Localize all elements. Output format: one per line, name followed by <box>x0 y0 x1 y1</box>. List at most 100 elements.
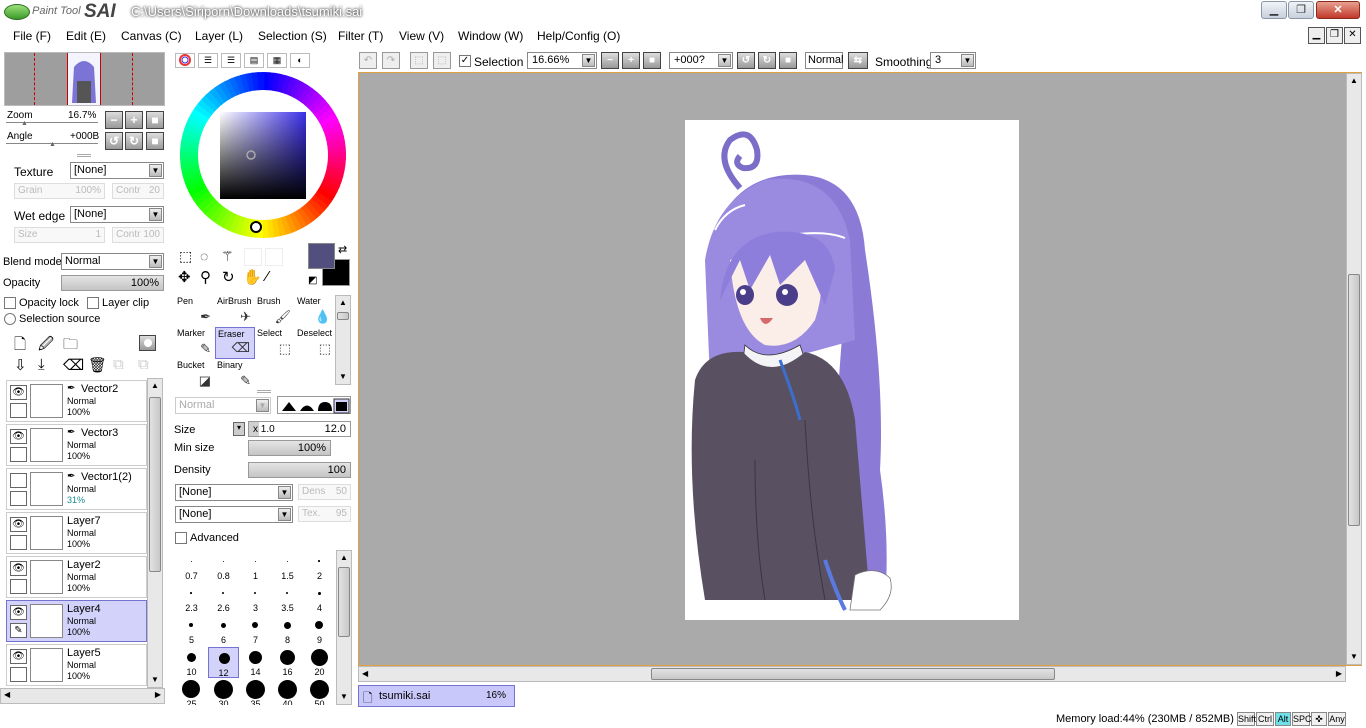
artwork-canvas[interactable] <box>685 120 1019 620</box>
opacity-slider[interactable]: 100% <box>61 275 164 291</box>
tool-scrollbar[interactable]: ▲ ▼ <box>335 295 351 385</box>
document-tab[interactable]: 🗋 tsumiki.sai 16% <box>358 685 515 707</box>
navigator-preview[interactable] <box>4 52 165 106</box>
zoom-reset-button[interactable]: ■ <box>146 111 164 129</box>
brush-size-option[interactable]: 40 <box>272 679 303 705</box>
mask-icon[interactable] <box>139 335 156 351</box>
menu-filter[interactable]: Filter (T) <box>338 29 383 43</box>
zoom-out-button[interactable]: − <box>105 111 123 129</box>
menu-file[interactable]: File (F) <box>13 29 51 43</box>
tool-water[interactable]: Water 💧 <box>295 295 335 327</box>
brush-size-option[interactable]: 0.7 <box>176 551 207 582</box>
doc-minimize-icon[interactable]: ▁ <box>1308 27 1325 44</box>
toolbar-zoom-reset-button[interactable]: ■ <box>643 52 661 69</box>
toolbar-zoom-in-button[interactable]: + <box>622 52 640 69</box>
visibility-eye-icon[interactable]: 👁 <box>10 605 27 620</box>
brush-size-option[interactable]: 7 <box>240 615 271 646</box>
doc-restore-icon[interactable]: ❐ <box>1326 27 1343 44</box>
layer-hscrollbar[interactable]: ◀ ▶ <box>0 688 165 704</box>
toolbar-rotate-reset-button[interactable]: ■ <box>779 52 797 69</box>
layer-lock-box[interactable] <box>10 579 27 594</box>
paste-layer-icon[interactable]: ⧉ <box>138 356 149 373</box>
brush-size-option[interactable]: 1 <box>240 551 271 582</box>
transparent-color-icon[interactable]: ◩ <box>308 275 317 286</box>
tool-pen[interactable]: Pen ✒ <box>175 295 215 327</box>
delete-layer-icon[interactable]: 🗑 <box>88 356 107 374</box>
brush-size-option[interactable]: 25 <box>176 679 207 705</box>
layer-row[interactable]: 👁 Layer2 Normal 100% <box>6 556 147 598</box>
blend-mode-select[interactable]: Normal ▼ <box>61 253 164 270</box>
lasso-icon[interactable]: ◌ <box>200 248 208 264</box>
deselect-button[interactable]: ⬚ <box>410 52 428 69</box>
tool-brush[interactable]: Brush 🖌 <box>255 295 295 327</box>
layer-lock-box[interactable] <box>10 667 27 682</box>
redo-button[interactable]: ↷ <box>382 52 400 69</box>
brush-size-option[interactable]: 0.8 <box>208 551 239 582</box>
tool-marker[interactable]: Marker ✎ <box>175 327 215 359</box>
brush-size-option[interactable]: 2.6 <box>208 583 239 614</box>
canvas-hscrollbar[interactable]: ◀ ▶ <box>358 666 1346 682</box>
visibility-eye-icon[interactable]: 👁 <box>10 517 27 532</box>
layer-scrollbar[interactable]: ▲ ▼ <box>147 378 163 688</box>
color-wheel[interactable] <box>180 72 346 238</box>
brush-size-option[interactable]: 4 <box>304 583 335 614</box>
brush-texture-select[interactable]: [None] ▼ <box>175 506 293 523</box>
visibility-eye-icon[interactable]: 👁 <box>10 385 27 400</box>
rotate-right-button[interactable]: ↻ <box>125 132 143 150</box>
smoothing-select[interactable]: 3 ▼ <box>930 52 976 69</box>
zoom-in-button[interactable]: + <box>125 111 143 129</box>
brush-shape-select[interactable]: [None] ▼ <box>175 484 293 501</box>
tool-select[interactable]: Select ⬚ <box>255 327 295 359</box>
primary-color-swatch[interactable] <box>308 243 335 269</box>
layer-lock-box[interactable] <box>10 447 27 462</box>
brush-size-option[interactable]: 3.5 <box>272 583 303 614</box>
brush-size-option[interactable]: 12 <box>208 647 239 678</box>
menu-layer[interactable]: Layer (L) <box>195 29 243 43</box>
layer-row[interactable]: 👁 Layer5 Normal 100% <box>6 644 147 686</box>
visibility-eye-icon[interactable]: 👁 <box>10 561 27 576</box>
edit-brush-icon[interactable]: ✎ <box>10 623 27 638</box>
wet-edge-select[interactable]: [None] ▼ <box>70 206 164 223</box>
texture-select[interactable]: [None] ▼ <box>70 162 164 179</box>
copy-layer-icon[interactable]: ⧉ <box>113 356 124 373</box>
brush-size-option[interactable]: 50 <box>304 679 335 705</box>
move-icon[interactable]: ✥ <box>178 268 191 286</box>
user-colors-tab-icon[interactable]: ◐ <box>290 53 310 68</box>
brush-size-option[interactable]: 8 <box>272 615 303 646</box>
tool-bucket[interactable]: Bucket ◪ <box>175 359 215 391</box>
brush-size-option[interactable]: 1.5 <box>272 551 303 582</box>
scratchpad-tab-icon[interactable]: ▦ <box>267 53 287 68</box>
advanced-checkbox[interactable] <box>175 532 187 544</box>
brush-shape-selector[interactable] <box>277 396 351 414</box>
layer-lock-box[interactable] <box>10 491 27 506</box>
selection-checkbox[interactable]: ✓ <box>459 55 471 67</box>
merge-down-icon[interactable]: ⤓ <box>38 356 45 373</box>
canvas-vscrollbar[interactable]: ▲ ▼ <box>1346 73 1362 665</box>
rect-select-icon[interactable]: ⬚ <box>179 248 192 265</box>
layer-lock-box[interactable] <box>10 535 27 550</box>
zoom-tool-icon[interactable]: ⚲ <box>200 268 211 286</box>
doc-close-icon[interactable]: ✕ <box>1344 27 1361 44</box>
layer-row[interactable]: Vector1(2) Normal 31% ✒ <box>6 468 147 510</box>
brush-size-option[interactable]: 9 <box>304 615 335 646</box>
opacity-lock-checkbox[interactable] <box>4 297 16 309</box>
menu-view[interactable]: View (V) <box>399 29 444 43</box>
eyedropper-icon[interactable]: ⁄ <box>266 268 269 285</box>
brush-size-option[interactable]: 2 <box>304 551 335 582</box>
tool-size-slider[interactable]: x 1.0 12.0 <box>248 421 351 437</box>
swap-colors-icon[interactable]: ⇄ <box>338 243 347 256</box>
brush-size-option[interactable]: 20 <box>304 647 335 678</box>
toolbar-zoom-select[interactable]: 16.66% ▼ <box>527 52 597 69</box>
clear-layer-icon[interactable]: ⌫ <box>63 356 84 374</box>
invert-selection-button[interactable]: ⬚ <box>433 52 451 69</box>
layer-clip-checkbox[interactable] <box>87 297 99 309</box>
menu-selection[interactable]: Selection (S) <box>258 29 327 43</box>
rgb-slider-tab-icon[interactable]: ☰ <box>198 53 218 68</box>
layer-row[interactable]: 👁 Vector2 Normal 100% ✒ <box>6 380 147 422</box>
toolbar-zoom-out-button[interactable]: − <box>601 52 619 69</box>
menu-canvas[interactable]: Canvas (C) <box>121 29 182 43</box>
layer-row[interactable]: 👁 Layer7 Normal 100% <box>6 512 147 554</box>
brush-size-option[interactable]: 35 <box>240 679 271 705</box>
menu-edit[interactable]: Edit (E) <box>66 29 106 43</box>
layer-row[interactable]: 👁 ✎ Layer4 Normal 100% <box>6 600 147 642</box>
